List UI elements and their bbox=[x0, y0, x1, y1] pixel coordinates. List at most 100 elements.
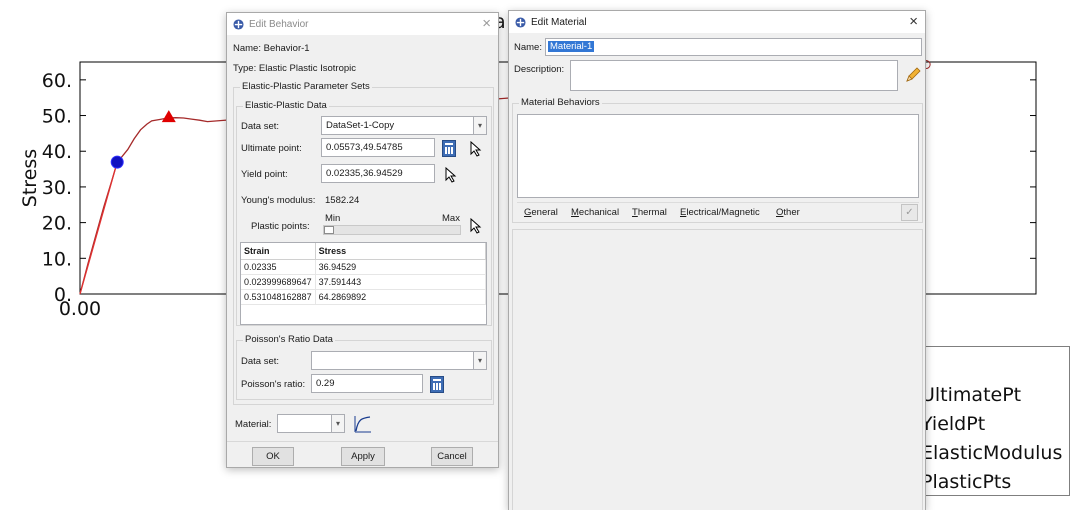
y-tick-label: 50. bbox=[42, 106, 72, 128]
menu-electrical-magnetic[interactable]: Electrical/Magnetic bbox=[680, 207, 760, 218]
table-row[interactable]: 0.531048162887 64.2869892 bbox=[241, 289, 486, 305]
y-tick-label: 40. bbox=[42, 141, 72, 163]
material-title: Edit Material bbox=[531, 16, 587, 28]
behavior-name-line: Name: Behavior-1 bbox=[233, 43, 310, 54]
ultimate-point-label: Ultimate point: bbox=[241, 143, 302, 154]
close-icon[interactable]: × bbox=[909, 13, 918, 31]
poisson-ratio-label: Poisson's ratio: bbox=[241, 379, 306, 390]
menu-mechanical[interactable]: Mechanical bbox=[571, 207, 619, 218]
table-cell[interactable]: 0.531048162887 bbox=[241, 289, 316, 305]
youngs-modulus-value: 1582.24 bbox=[325, 195, 360, 206]
table-cell[interactable]: 0.023999689647 bbox=[241, 274, 316, 290]
plastic-points-label: Plastic points: bbox=[251, 221, 310, 232]
material-behaviors-list[interactable] bbox=[517, 114, 919, 198]
behavior-type-line: Type: Elastic Plastic Isotropic bbox=[233, 63, 357, 74]
plastic-points-table: Strain Stress 0.02335 36.94529 0.0239996… bbox=[240, 242, 487, 325]
behavior-options-panel bbox=[512, 229, 923, 510]
chevron-down-icon[interactable]: ▾ bbox=[473, 352, 486, 369]
calculator-icon[interactable] bbox=[442, 140, 456, 157]
material-label: Material: bbox=[235, 419, 272, 430]
menu-other-label: ther bbox=[783, 207, 800, 218]
description-label: Description: bbox=[514, 64, 565, 75]
pencil-icon[interactable] bbox=[904, 66, 922, 84]
poisson-dataset-select[interactable]: ▾ bbox=[311, 351, 487, 370]
table-cell[interactable]: 64.2869892 bbox=[315, 289, 486, 305]
slider-min-label: Min bbox=[325, 213, 341, 224]
dataset-label: Data set: bbox=[241, 121, 280, 132]
pick-cursor-icon[interactable] bbox=[444, 167, 458, 183]
behavior-title: Edit Behavior bbox=[249, 18, 309, 30]
pick-cursor-icon[interactable] bbox=[469, 218, 483, 234]
pick-cursor-icon[interactable] bbox=[469, 141, 483, 157]
legend-item-elasticmodulus: ElasticModulus bbox=[921, 442, 1063, 464]
material-menu-bar: General Mechanical Thermal Electrical/Ma… bbox=[517, 202, 919, 222]
cancel-button[interactable]: Cancel bbox=[431, 447, 473, 466]
youngs-modulus-label: Young's modulus: bbox=[241, 195, 316, 206]
slider-thumb[interactable] bbox=[324, 226, 334, 234]
stress-strain-icon[interactable] bbox=[353, 414, 373, 434]
y-axis-label: Stress bbox=[19, 149, 41, 207]
button-divider bbox=[227, 441, 498, 442]
material-behaviors-title: Material Behaviors bbox=[519, 97, 602, 108]
poisson-ratio-field[interactable]: 0.29 bbox=[311, 374, 423, 393]
table-row[interactable]: 0.023999689647 37.591443 bbox=[241, 274, 486, 290]
ok-button[interactable]: OK bbox=[252, 447, 294, 466]
edit-behavior-dialog: Edit Behavior × Name: Behavior-1 Type: E… bbox=[226, 12, 499, 468]
abaqus-logo-icon bbox=[233, 18, 244, 30]
y-tick-label: 60. bbox=[42, 70, 72, 92]
poisson-title: Poisson's Ratio Data bbox=[243, 334, 335, 345]
yield-point-marker bbox=[110, 155, 124, 169]
elastic-modulus-line bbox=[79, 161, 118, 295]
chevron-down-icon[interactable]: ▾ bbox=[331, 415, 344, 432]
abaqus-logo-icon bbox=[515, 16, 526, 28]
poisson-ratio-value: 0.29 bbox=[316, 378, 335, 389]
menu-electrical-label: lectrical/Magnetic bbox=[686, 207, 760, 218]
elastic-plastic-data-title: Elastic-Plastic Data bbox=[243, 100, 329, 111]
edit-material-dialog: Edit Material × Name: Material-1 Descrip… bbox=[508, 10, 926, 510]
dataset-select[interactable]: DataSet-1-Copy ▾ bbox=[321, 116, 487, 135]
yield-point-field[interactable]: 0.02335,36.94529 bbox=[321, 164, 435, 183]
material-name-value: Material-1 bbox=[548, 41, 595, 52]
legend-item-ultimatept: UltimatePt bbox=[921, 384, 1022, 406]
table-cell[interactable]: 37.591443 bbox=[315, 274, 486, 290]
ultimate-point-field[interactable]: 0.05573,49.54785 bbox=[321, 138, 435, 157]
chevron-down-icon[interactable]: ▾ bbox=[473, 117, 486, 134]
dataset-value: DataSet-1-Copy bbox=[326, 120, 395, 131]
legend-item-plasticpts: PlasticPts bbox=[921, 471, 1012, 493]
menu-other[interactable]: Other bbox=[776, 207, 800, 218]
menu-general-label: eneral bbox=[531, 207, 558, 218]
column-header-stress[interactable]: Stress bbox=[315, 243, 486, 260]
table-cell[interactable]: 0.02335 bbox=[241, 259, 316, 275]
calculator-icon[interactable] bbox=[430, 376, 444, 393]
material-select[interactable]: ▾ bbox=[277, 414, 345, 433]
table-cell[interactable]: 36.94529 bbox=[315, 259, 486, 275]
behavior-titlebar: Edit Behavior × bbox=[227, 13, 498, 35]
parameter-sets-title: Elastic-Plastic Parameter Sets bbox=[240, 81, 372, 92]
menu-general[interactable]: General bbox=[524, 207, 558, 218]
menu-mechanical-label: echanical bbox=[578, 207, 620, 218]
material-name-field[interactable]: Material-1 bbox=[545, 38, 922, 56]
material-titlebar: Edit Material × bbox=[509, 11, 925, 33]
ultimate-point-marker bbox=[161, 110, 176, 123]
yield-point-label: Yield point: bbox=[241, 169, 288, 180]
ultimate-point-value: 0.05573,49.54785 bbox=[326, 142, 403, 153]
y-tick-label: 20. bbox=[42, 213, 72, 235]
description-field[interactable] bbox=[570, 60, 898, 91]
close-icon[interactable]: × bbox=[482, 15, 491, 33]
table-row[interactable]: 0.02335 36.94529 bbox=[241, 259, 486, 275]
y-tick-label: 10. bbox=[42, 248, 72, 270]
poisson-dataset-label: Data set: bbox=[241, 356, 280, 367]
plastic-points-slider[interactable] bbox=[323, 225, 461, 235]
check-icon[interactable]: ✓ bbox=[901, 204, 918, 221]
y-tick-label: 30. bbox=[42, 177, 72, 199]
yield-point-value: 0.02335,36.94529 bbox=[326, 168, 403, 179]
material-name-label: Name: bbox=[514, 42, 542, 53]
x-tick-label: 0.00 bbox=[59, 298, 101, 320]
menu-thermal[interactable]: Thermal bbox=[632, 207, 667, 218]
legend-item-yieldpt: YieldPt bbox=[921, 413, 986, 435]
column-header-strain[interactable]: Strain bbox=[241, 243, 316, 260]
slider-max-label: Max bbox=[442, 213, 460, 224]
menu-thermal-label: hermal bbox=[637, 207, 667, 218]
apply-button[interactable]: Apply bbox=[341, 447, 385, 466]
menu-mechanical-mnemonic: M bbox=[571, 207, 579, 218]
